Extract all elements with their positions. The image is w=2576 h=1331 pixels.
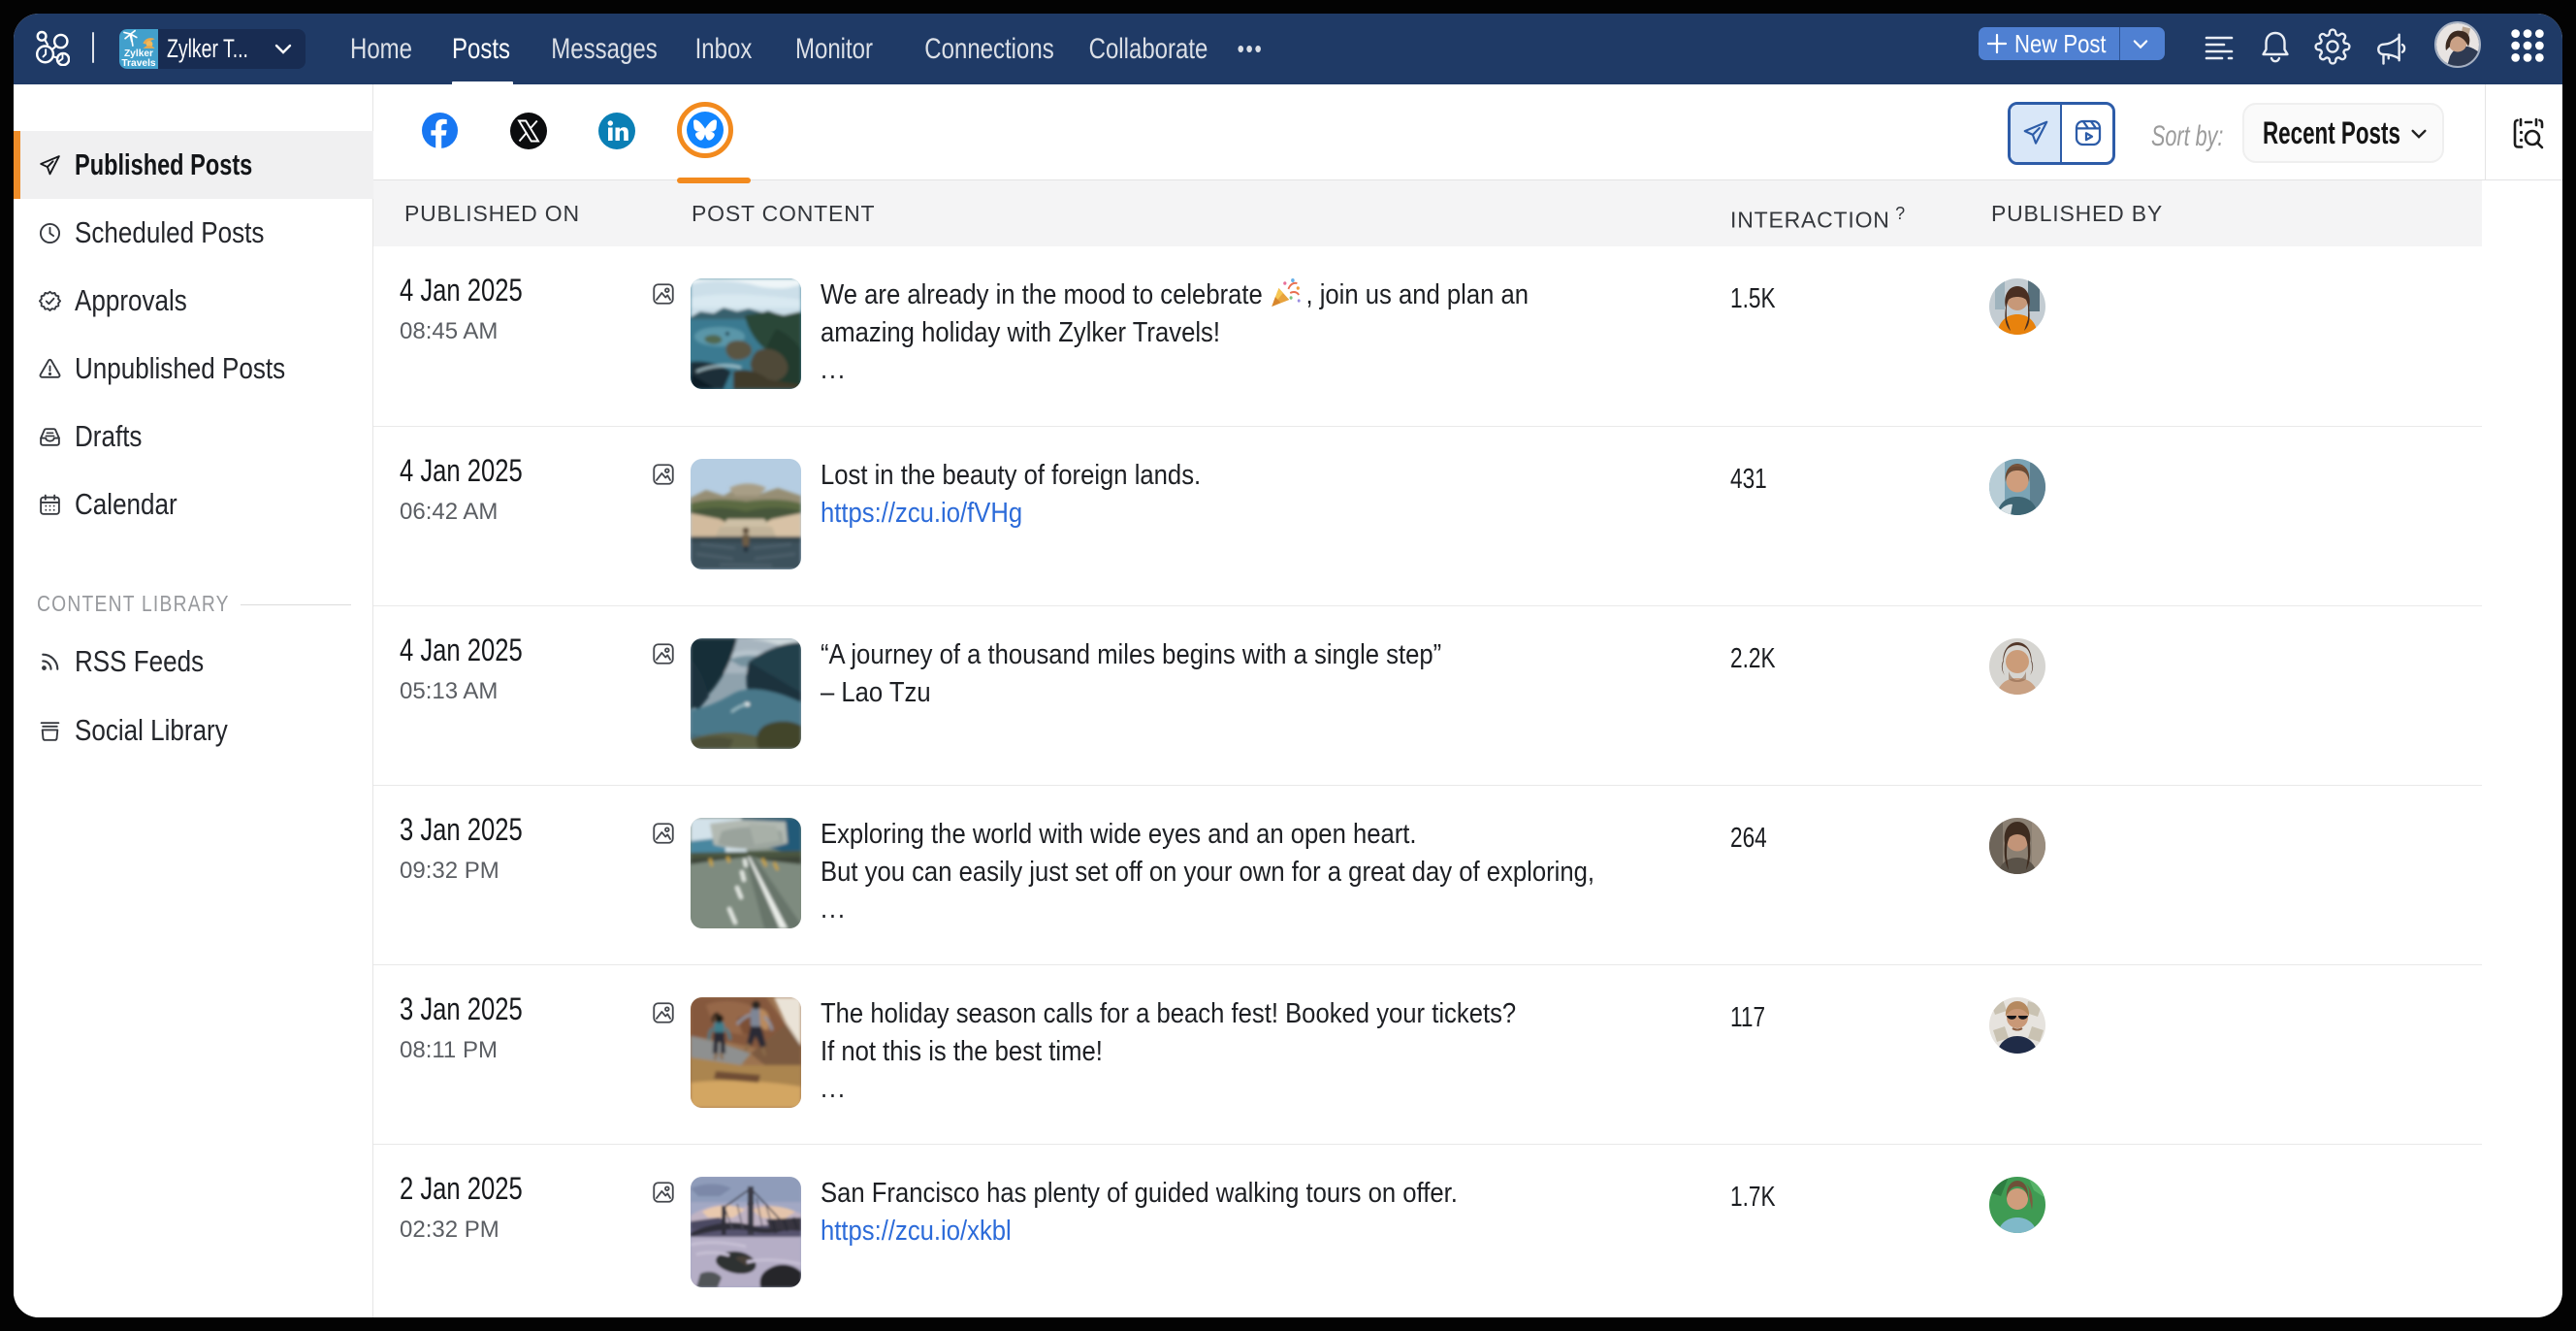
svg-text:Travels: Travels	[121, 58, 155, 69]
